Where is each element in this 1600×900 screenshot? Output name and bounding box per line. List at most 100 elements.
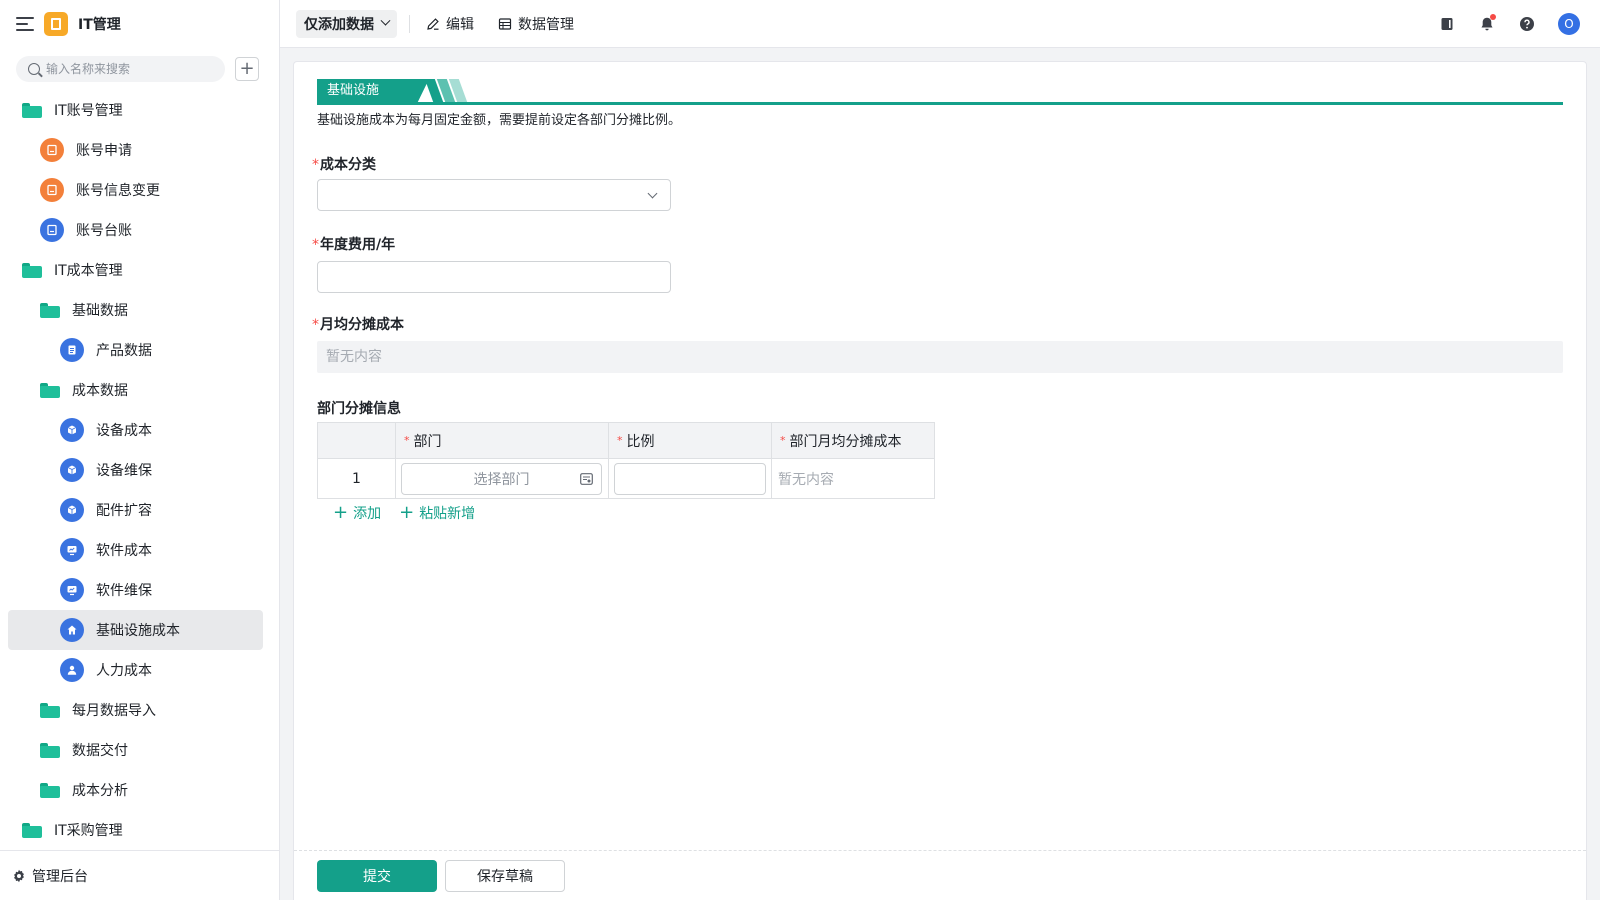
topbar-actions: O <box>1438 0 1580 48</box>
paste-add-label: 粘贴新增 <box>419 506 476 522</box>
form-doc-icon <box>40 178 64 202</box>
required-mark: * <box>780 433 786 447</box>
sidebar-item-label: IT采购管理 <box>54 823 123 839</box>
plus-icon: + <box>333 502 349 523</box>
row-index: 1 <box>317 458 396 499</box>
box-icon <box>60 458 84 482</box>
sidebar-item-label: 每月数据导入 <box>72 703 156 719</box>
header-text: 部门月均分摊成本 <box>789 433 902 450</box>
folder-icon <box>22 822 42 838</box>
sidebar-item-parts-expansion[interactable]: 配件扩容 <box>8 490 263 530</box>
required-mark: * <box>617 433 623 447</box>
sidebar-item-account-change[interactable]: 账号信息变更 <box>8 170 263 210</box>
app-name: IT管理 <box>78 17 121 33</box>
sidebar-item-basic-data[interactable]: 基础数据 <box>8 290 263 330</box>
sidebar-item-label: 成本数据 <box>72 383 128 399</box>
sidebar-item-monthly-import[interactable]: 每月数据导入 <box>8 690 263 730</box>
paste-add-button[interactable]: + 粘贴新增 <box>399 503 475 523</box>
required-mark: * <box>312 237 319 253</box>
org-picker-icon <box>580 472 593 485</box>
pencil-icon <box>427 17 439 30</box>
data-manage-button[interactable]: 数据管理 <box>498 14 574 34</box>
sidebar-item-label: 设备维保 <box>96 463 152 479</box>
sidebar-item-device-maintenance[interactable]: 设备维保 <box>8 450 263 490</box>
sidebar: IT管理 + IT账号管理 账号申请 账号信息变更 账号台账 IT成本管理 <box>0 0 280 900</box>
sidebar-item-product-data[interactable]: 产品数据 <box>8 330 263 370</box>
add-row-button[interactable]: + 添加 <box>333 503 381 523</box>
ratio-input[interactable] <box>614 462 766 495</box>
field-label-text: 月均分摊成本 <box>320 317 404 333</box>
search-input[interactable] <box>46 62 213 76</box>
bell-icon[interactable] <box>1478 14 1496 33</box>
sidebar-item-label: 账号信息变更 <box>76 183 160 199</box>
sidebar-item-label: 账号申请 <box>76 143 132 159</box>
required-mark: * <box>312 317 319 333</box>
app-header: IT管理 <box>0 0 279 48</box>
cost-category-label: *成本分类 <box>312 154 376 174</box>
search-box[interactable] <box>16 56 225 82</box>
user-avatar[interactable]: O <box>1558 13 1580 35</box>
help-icon[interactable] <box>1518 15 1536 33</box>
sidebar-item-labor-cost[interactable]: 人力成本 <box>8 650 263 690</box>
monitor-icon <box>60 538 84 562</box>
annual-fee-label: *年度费用/年 <box>312 234 395 254</box>
chevron-down-icon <box>380 15 391 26</box>
data-manage-label: 数据管理 <box>518 16 574 33</box>
person-icon <box>60 658 84 682</box>
add-item-button[interactable]: + <box>235 57 259 81</box>
menu-toggle-icon[interactable] <box>16 17 34 31</box>
section-description: 基础设施成本为每月固定金额，需要提前设定各部门分摊比例。 <box>317 113 682 128</box>
sidebar-item-label: 软件维保 <box>96 583 152 599</box>
sidebar-item-infrastructure-cost[interactable]: 基础设施成本 <box>8 610 263 650</box>
dept-picker-placeholder: 选择部门 <box>473 471 530 488</box>
sidebar-item-device-cost[interactable]: 设备成本 <box>8 410 263 450</box>
gear-icon <box>14 869 24 882</box>
sidebar-item-label: 基础数据 <box>72 303 128 319</box>
sidebar-item-it-account[interactable]: IT账号管理 <box>8 90 263 130</box>
folder-icon <box>40 782 60 798</box>
field-label-text: 成本分类 <box>320 157 376 173</box>
sidebar-item-label: IT成本管理 <box>54 263 123 279</box>
sidebar-item-software-maintenance[interactable]: 软件维保 <box>8 570 263 610</box>
form-doc-icon <box>40 218 64 242</box>
annual-fee-input[interactable] <box>317 261 671 293</box>
dept-picker[interactable]: 选择部门 <box>401 462 602 495</box>
notebook-icon[interactable] <box>1438 15 1456 33</box>
home-icon <box>60 618 84 642</box>
save-draft-button[interactable]: 保存草稿 <box>445 860 565 892</box>
box-icon <box>60 498 84 522</box>
sidebar-item-software-cost[interactable]: 软件成本 <box>8 530 263 570</box>
admin-console-link[interactable]: 管理后台 <box>0 850 279 900</box>
submit-button[interactable]: 提交 <box>317 860 437 892</box>
table-row: 1 选择部门 暂无内容 <box>317 458 935 499</box>
sidebar-item-label: 配件扩容 <box>96 503 152 519</box>
form-panel: 基础设施 基础设施成本为每月固定金额，需要提前设定各部门分摊比例。 *成本分类 … <box>293 61 1587 900</box>
section-header: 基础设施 <box>317 79 1563 105</box>
edit-label: 编辑 <box>446 16 474 33</box>
dept-monthly-header: * 部门月均分摊成本 <box>771 422 935 459</box>
edit-button[interactable]: 编辑 <box>426 14 474 34</box>
sidebar-item-label: 产品数据 <box>96 343 152 359</box>
box-icon <box>60 418 84 442</box>
folder-icon <box>22 262 42 278</box>
folder-icon <box>22 102 42 118</box>
table-actions: + 添加 + 粘贴新增 <box>333 503 475 523</box>
view-mode-dropdown[interactable]: 仅添加数据 <box>296 9 397 38</box>
sidebar-item-account-ledger[interactable]: 账号台账 <box>8 210 263 250</box>
folder-icon <box>40 382 60 398</box>
chevron-down-icon <box>647 188 658 199</box>
table-header-row: * 部门 * 比例 * 部门月均分摊成本 <box>317 422 935 459</box>
sidebar-item-account-apply[interactable]: 账号申请 <box>8 130 263 170</box>
sidebar-item-label: 成本分析 <box>72 783 128 799</box>
sidebar-item-cost-analysis[interactable]: 成本分析 <box>8 770 263 810</box>
cost-category-select[interactable] <box>317 179 671 211</box>
sidebar-item-it-cost[interactable]: IT成本管理 <box>8 250 263 290</box>
form-doc-icon <box>40 138 64 162</box>
sidebar-item-data-delivery[interactable]: 数据交付 <box>8 730 263 770</box>
search-row: + <box>0 48 279 90</box>
notification-dot <box>1490 14 1496 20</box>
table-icon <box>498 17 512 30</box>
index-header <box>317 422 396 459</box>
sidebar-item-it-procurement[interactable]: IT采购管理 <box>8 810 263 850</box>
sidebar-item-cost-data[interactable]: 成本数据 <box>8 370 263 410</box>
